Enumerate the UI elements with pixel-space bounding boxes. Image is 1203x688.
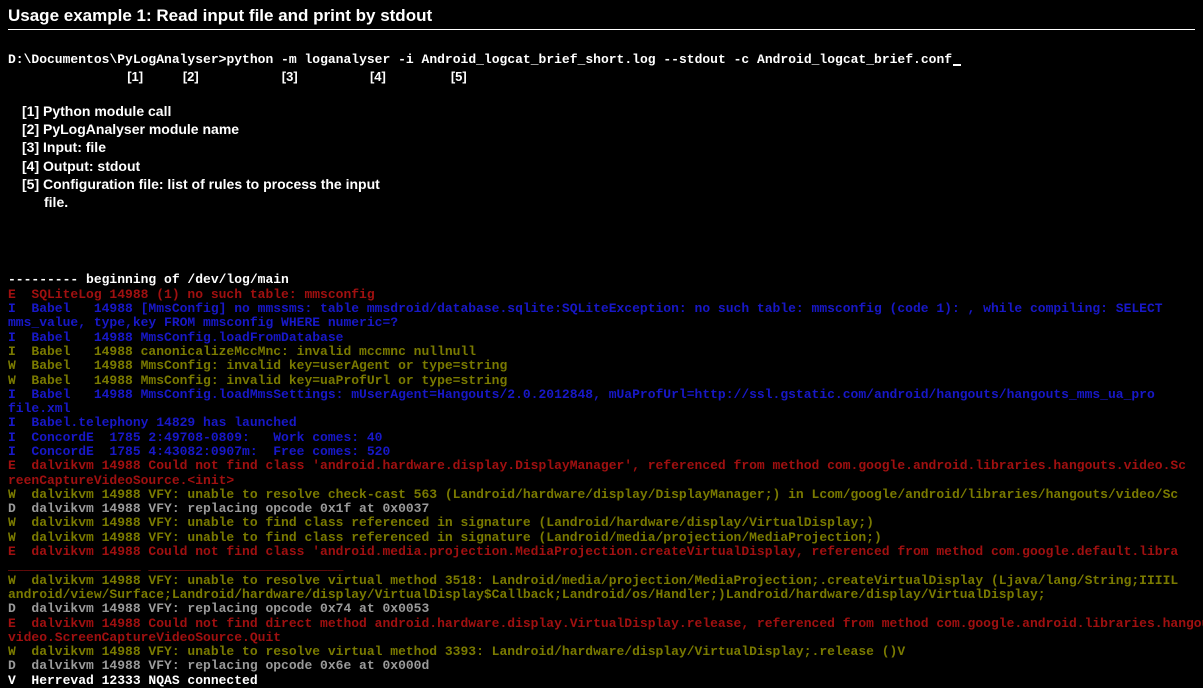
log-line: android/view/Surface;Landroid/hardware/d… — [8, 587, 1046, 602]
cmd-part-2: loganalyser — [304, 52, 390, 67]
ref-3: [3] — [282, 69, 298, 84]
log-line: I Babel 14988 [MmsConfig] no mmssms: tab… — [8, 301, 1163, 316]
log-line: I ConcordE 1785 2:49708-0809: Work comes… — [8, 430, 382, 445]
log-line: W dalvikvm 14988 VFY: unable to resolve … — [8, 573, 1178, 588]
legend-4: [4] Output: stdout — [22, 157, 1195, 175]
log-line: W dalvikvm 14988 VFY: unable to find cla… — [8, 530, 882, 545]
ref-1: [1] — [127, 69, 143, 84]
prompt: D:\Documentos\PyLogAnalyser> — [8, 52, 226, 67]
cmd-part-3: -i Android_logcat_brief_short.log — [398, 52, 655, 67]
log-line: _________________ ______________________… — [8, 558, 343, 573]
log-line: mms_value, type,key FROM mmsconfig WHERE… — [8, 315, 398, 330]
cmd-part-5: -c Android_logcat_brief.conf — [734, 52, 952, 67]
log-line: W dalvikvm 14988 VFY: unable to find cla… — [8, 515, 874, 530]
legend-3: [3] Input: file — [22, 138, 1195, 156]
ref-4: [4] — [370, 69, 386, 84]
log-line: E SQLiteLog 14988 (1) no such table: mms… — [8, 287, 375, 302]
cmd-part-1: python -m — [226, 52, 296, 67]
log-line: I Babel 14988 MmsConfig.loadFromDatabase — [8, 330, 343, 345]
log-line: --------- beginning of /dev/log/main — [8, 272, 289, 287]
log-line: V Herrevad 12333 NQAS connected — [8, 673, 258, 688]
log-line: D dalvikvm 14988 VFY: replacing opcode 0… — [8, 501, 429, 516]
log-line: reenCaptureVideoSource.<init> — [8, 473, 234, 488]
ref-5: [5] — [451, 69, 467, 84]
log-line: video.ScreenCaptureVideoSource.Quit — [8, 630, 281, 645]
ref-2: [2] — [183, 69, 199, 84]
log-line: D dalvikvm 14988 VFY: replacing opcode 0… — [8, 658, 429, 673]
cmd-part-4: --stdout — [663, 52, 725, 67]
log-line: D dalvikvm 14988 VFY: replacing opcode 0… — [8, 601, 429, 616]
page-title: Usage example 1: Read input file and pri… — [8, 4, 1195, 30]
cursor-icon — [953, 64, 961, 66]
log-line: file.xml — [8, 401, 70, 416]
log-line: I Babel 14988 canonicalizeMccMnc: invali… — [8, 344, 476, 359]
command-line: D:\Documentos\PyLogAnalyser>python -m lo… — [8, 52, 1195, 67]
legend-5b: file. — [44, 193, 1195, 211]
legend-2: [2] PyLogAnalyser module name — [22, 120, 1195, 138]
log-line: E dalvikvm 14988 Could not find class 'a… — [8, 544, 1178, 559]
log-output: --------- beginning of /dev/log/main E S… — [8, 259, 1195, 688]
reference-row: [1] [2] [3] [4] [5] — [8, 69, 1195, 84]
legend: [1] Python module call [2] PyLogAnalyser… — [22, 102, 1195, 211]
log-line: I Babel.telephony 14829 has launched — [8, 415, 297, 430]
log-line: W dalvikvm 14988 VFY: unable to resolve … — [8, 644, 905, 659]
log-line: I ConcordE 1785 4:43082:0907m: Free come… — [8, 444, 390, 459]
legend-1: [1] Python module call — [22, 102, 1195, 120]
log-line: I Babel 14988 MmsConfig.loadMmsSettings:… — [8, 387, 1155, 402]
log-line: E dalvikvm 14988 Could not find class 'a… — [8, 458, 1186, 473]
legend-5: [5] Configuration file: list of rules to… — [22, 175, 1195, 193]
log-line: W Babel 14988 MmsConfig: invalid key=uaP… — [8, 373, 507, 388]
log-line: W dalvikvm 14988 VFY: unable to resolve … — [8, 487, 1178, 502]
log-line: W Babel 14988 MmsConfig: invalid key=use… — [8, 358, 507, 373]
log-line: E dalvikvm 14988 Could not find direct m… — [8, 616, 1203, 631]
